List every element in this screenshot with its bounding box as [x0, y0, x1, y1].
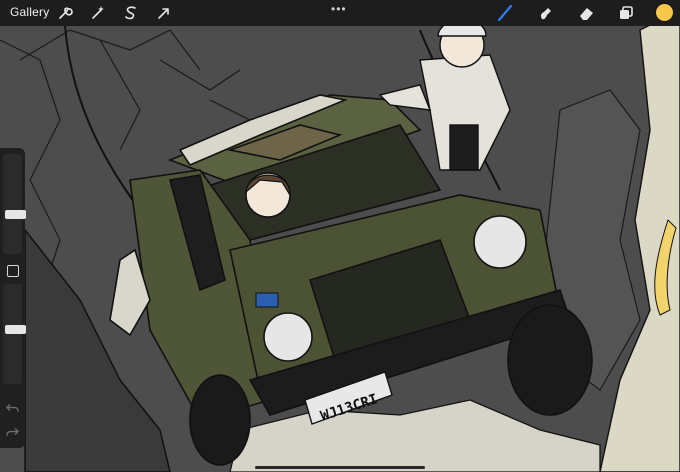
home-indicator — [255, 466, 425, 469]
eraser-icon[interactable] — [577, 4, 595, 22]
more-options-button[interactable]: ••• — [331, 2, 347, 16]
gallery-button[interactable]: Gallery — [10, 5, 49, 19]
brush-opacity-thumb[interactable] — [5, 325, 26, 334]
selection-s-icon[interactable] — [122, 4, 140, 22]
layers-icon[interactable] — [617, 4, 635, 22]
wrench-icon[interactable] — [56, 4, 74, 22]
left-sidebar — [0, 148, 26, 448]
top-toolbar: Gallery ••• — [0, 0, 680, 26]
arrow-cursor-icon[interactable] — [155, 4, 173, 22]
flag-sticker — [255, 292, 279, 308]
brush-opacity-slider[interactable] — [3, 284, 26, 384]
color-picker-swatch[interactable] — [656, 4, 673, 21]
magic-wand-icon[interactable] — [89, 4, 107, 22]
brush-size-slider[interactable] — [3, 154, 26, 254]
drawing-canvas[interactable]: WJ13CRI — [0, 0, 680, 472]
smudge-icon[interactable] — [537, 4, 555, 22]
redo-icon[interactable] — [5, 424, 20, 439]
modify-button[interactable] — [7, 265, 19, 277]
brush-icon[interactable] — [496, 4, 514, 22]
brush-size-thumb[interactable] — [5, 210, 26, 219]
undo-icon[interactable] — [5, 400, 20, 415]
